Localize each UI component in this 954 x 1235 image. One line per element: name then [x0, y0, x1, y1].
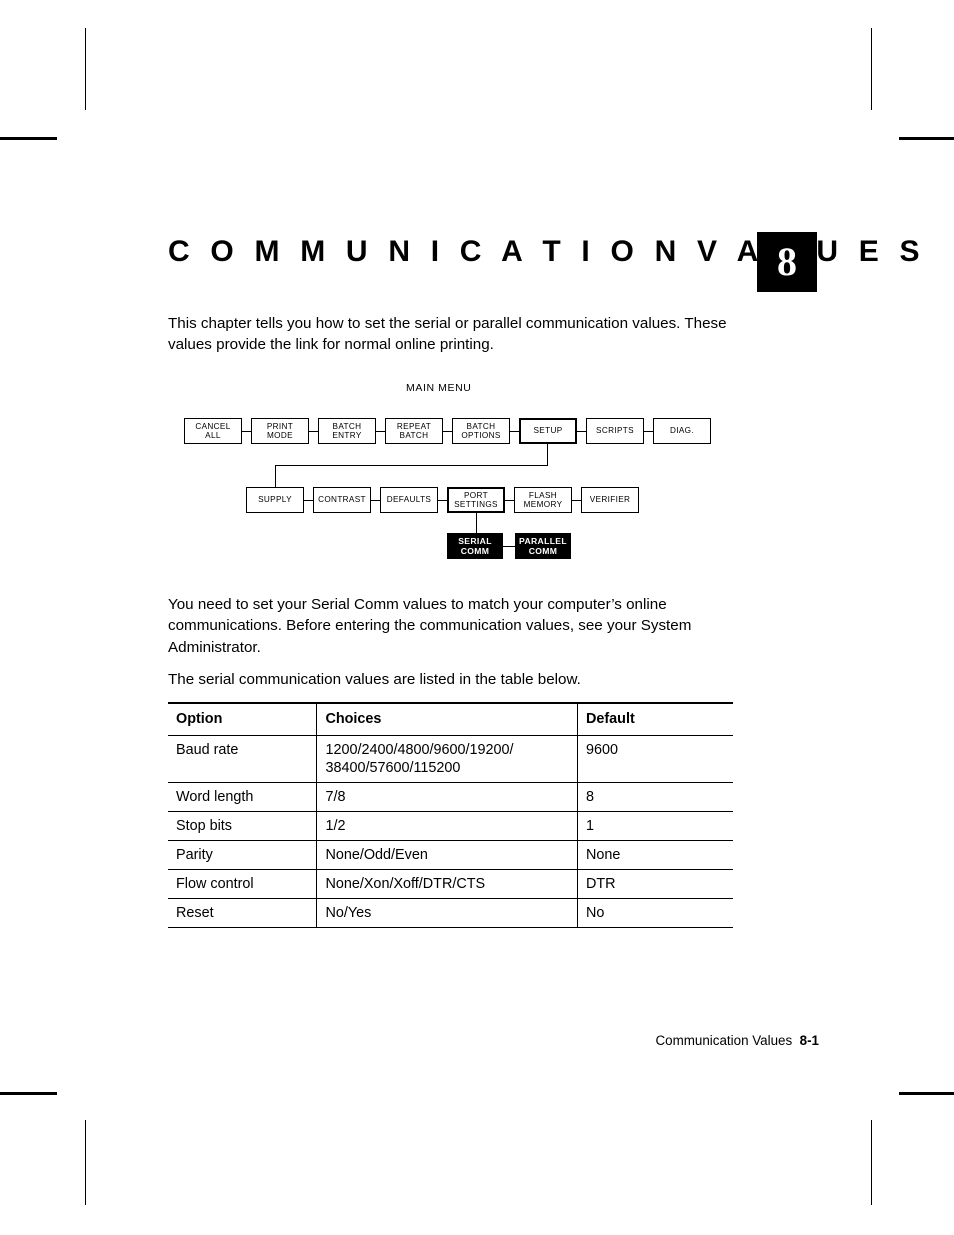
document-page: C O M M U N I C A T I O N V A L U E S 8 … — [0, 0, 954, 1235]
table-intro-paragraph: The serial communication values are list… — [168, 671, 581, 688]
menu-node-label: VERIFIER — [589, 495, 631, 505]
menu-node-label: PORT SETTINGS — [454, 490, 498, 509]
serial-comm-paragraph: You need to set your Serial Comm values … — [168, 596, 692, 656]
connector-row2 — [304, 500, 313, 501]
cell-choices: 1/2 — [316, 811, 578, 841]
crop-mark-bottom-right-horizontal — [899, 1092, 954, 1095]
connector-row1 — [242, 431, 251, 432]
connector-row2 — [505, 500, 514, 501]
table-row: Word length 7/8 8 — [168, 782, 733, 812]
menu-node-cancel-all[interactable]: CANCEL ALL — [184, 418, 242, 444]
menu-node-label: PARALLEL COMM — [519, 536, 567, 556]
connector-row2 — [438, 500, 447, 501]
menu-node-label: FLASH MEMORY — [523, 490, 563, 509]
table-header-row: Option Choices Default — [168, 702, 733, 736]
cell-default: No — [577, 898, 733, 928]
connector-port-settings-down — [476, 513, 477, 533]
page-footer: Communication Values 8-1 — [168, 1033, 819, 1048]
menu-node-port-settings[interactable]: PORT SETTINGS — [447, 487, 505, 513]
crop-mark-top-left-vertical — [85, 28, 86, 110]
cell-default: 8 — [577, 782, 733, 812]
connector-row3 — [503, 546, 515, 547]
cell-choices: 7/8 — [316, 782, 578, 812]
menu-node-defaults[interactable]: DEFAULTS — [380, 487, 438, 513]
chapter-number-badge: 8 — [757, 232, 817, 292]
menu-node-print-mode[interactable]: PRINT MODE — [251, 418, 309, 444]
cell-default: None — [577, 840, 733, 870]
menu-node-label: PRINT MODE — [266, 421, 294, 440]
footer-chapter-name: Communication Values — [655, 1033, 793, 1048]
menu-node-batch-options[interactable]: BATCH OPTIONS — [452, 418, 510, 444]
menu-node-setup[interactable]: SETUP — [519, 418, 577, 444]
cell-option: Flow control — [168, 869, 318, 899]
crop-mark-bottom-left-horizontal — [0, 1092, 57, 1095]
menu-node-supply[interactable]: SUPPLY — [246, 487, 304, 513]
menu-map-heading: MAIN MENU — [406, 382, 472, 394]
menu-node-label: CANCEL ALL — [195, 421, 231, 440]
menu-node-label: DIAG. — [669, 426, 695, 436]
menu-node-label: BATCH ENTRY — [332, 421, 362, 440]
table-header-choices: Choices — [316, 702, 578, 736]
cell-option: Parity — [168, 840, 318, 870]
connector-setup-left — [275, 465, 548, 466]
connector-row2 — [572, 500, 581, 501]
crop-mark-bottom-left-vertical — [85, 1120, 86, 1205]
menu-node-serial-comm[interactable]: SERIAL COMM — [447, 533, 503, 559]
connector-row1 — [443, 431, 452, 432]
connector-row1 — [644, 431, 653, 432]
crop-mark-top-left-horizontal — [0, 137, 57, 140]
crop-mark-top-right-horizontal — [899, 137, 954, 140]
crop-mark-bottom-right-vertical — [871, 1120, 872, 1205]
cell-choices: None/Odd/Even — [316, 840, 578, 870]
menu-node-verifier[interactable]: VERIFIER — [581, 487, 639, 513]
connector-row1 — [577, 431, 586, 432]
crop-mark-top-right-vertical — [871, 28, 872, 110]
connector-row1 — [309, 431, 318, 432]
cell-choices: 1200/2400/4800/9600/19200/ 38400/57600/1… — [316, 735, 578, 783]
cell-default: 9600 — [577, 735, 733, 783]
menu-node-label: SERIAL COMM — [458, 536, 492, 556]
cell-choices: None/Xon/Xoff/DTR/CTS — [316, 869, 578, 899]
menu-node-label: REPEAT BATCH — [396, 421, 432, 440]
cell-option: Baud rate — [168, 735, 318, 783]
connector-row1 — [510, 431, 519, 432]
cell-choices: No/Yes — [316, 898, 578, 928]
footer-page-number: 8-1 — [799, 1033, 819, 1048]
cell-default: 1 — [577, 811, 733, 841]
menu-node-flash-memory[interactable]: FLASH MEMORY — [514, 487, 572, 513]
cell-default: DTR — [577, 869, 733, 899]
cell-option: Reset — [168, 898, 318, 928]
table-row: Stop bits 1/2 1 — [168, 811, 733, 841]
menu-map-diagram: MAIN MENU CANCEL ALL PRINT MODE BATCH EN… — [168, 378, 748, 574]
connector-row1 — [376, 431, 385, 432]
cell-option: Word length — [168, 782, 318, 812]
connector-row2 — [371, 500, 380, 501]
menu-node-repeat-batch[interactable]: REPEAT BATCH — [385, 418, 443, 444]
table-row: Flow control None/Xon/Xoff/DTR/CTS DTR — [168, 869, 733, 899]
table-header-default: Default — [577, 702, 733, 736]
table-header-option: Option — [168, 702, 318, 736]
menu-node-scripts[interactable]: SCRIPTS — [586, 418, 644, 444]
table-row: Baud rate 1200/2400/4800/9600/19200/ 384… — [168, 735, 733, 783]
table-row: Parity None/Odd/Even None — [168, 840, 733, 870]
menu-node-label: DEFAULTS — [386, 495, 432, 505]
menu-node-label: SCRIPTS — [596, 426, 634, 436]
menu-node-contrast[interactable]: CONTRAST — [313, 487, 371, 513]
menu-node-batch-entry[interactable]: BATCH ENTRY — [318, 418, 376, 444]
connector-supply-down — [275, 465, 276, 487]
menu-node-label: SETUP — [533, 426, 563, 436]
menu-node-label: CONTRAST — [318, 495, 366, 505]
menu-node-diag[interactable]: DIAG. — [653, 418, 711, 444]
table-row: Reset No/Yes No — [168, 898, 733, 928]
serial-values-table: Option Choices Default Baud rate 1200/24… — [168, 702, 733, 928]
intro-paragraph: This chapter tells you how to set the se… — [168, 315, 727, 354]
menu-node-label: BATCH OPTIONS — [461, 421, 501, 440]
menu-node-parallel-comm[interactable]: PARALLEL COMM — [515, 533, 571, 559]
connector-setup-down — [547, 444, 548, 466]
cell-option: Stop bits — [168, 811, 318, 841]
menu-node-label: SUPPLY — [258, 495, 292, 505]
